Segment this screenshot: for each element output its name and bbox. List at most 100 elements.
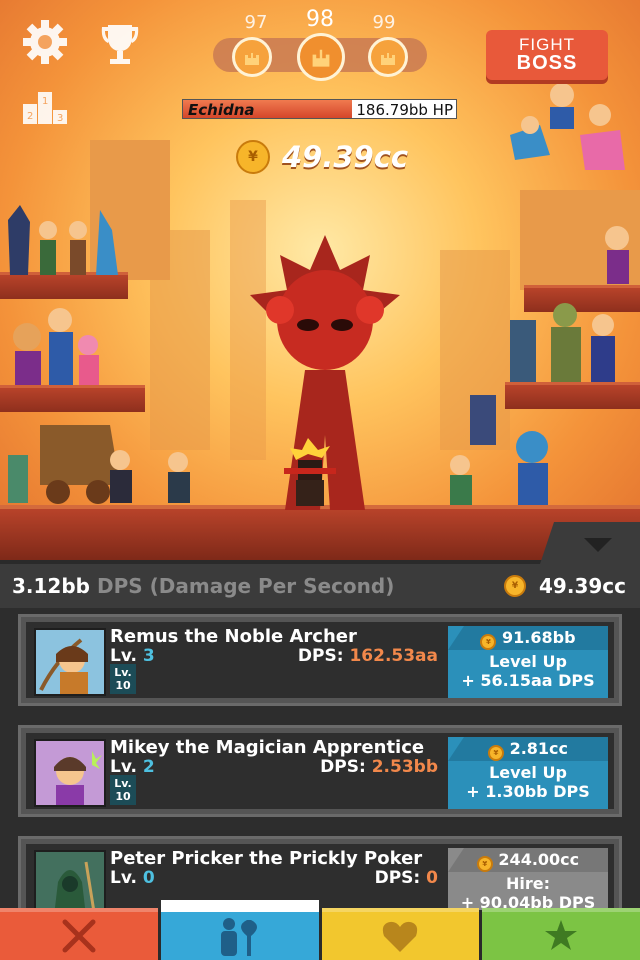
podium-icon: 1 2 3 — [23, 92, 67, 124]
podium-second: 2 — [27, 111, 33, 122]
heart-shield-icon — [383, 921, 418, 952]
player-hero — [284, 438, 336, 506]
podium-third: 3 — [57, 113, 63, 124]
boss-hp-bar: Echidna 186.79bb HP — [182, 99, 457, 119]
hero-portrait[interactable] — [34, 739, 106, 807]
gold-coin-icon: ¥ — [236, 140, 270, 174]
right-heroes — [510, 226, 629, 382]
hire-button[interactable]: ¥ 244.00cc Hire: + 90.04bb DPS — [448, 848, 608, 910]
level-badge: Lv. 10 — [110, 775, 136, 805]
leaderboard-button[interactable]: 1 2 3 — [20, 88, 70, 126]
boss-hp-text: 186.79bb HP — [356, 101, 453, 119]
tab-heroes[interactable] — [160, 900, 319, 960]
dps-value: 3.12bb — [12, 574, 90, 598]
hero-dps: DPS: 2.53bb — [320, 757, 438, 777]
castle-icon — [312, 49, 330, 67]
level-up-label: Level Up — [489, 763, 567, 782]
stage-next-button[interactable] — [368, 37, 408, 77]
tab-clan[interactable] — [321, 908, 480, 960]
hero-name: Remus the Noble Archer — [110, 626, 357, 647]
level-label: Lv. — [110, 868, 137, 888]
fight-boss-button[interactable]: FIGHT BOSS — [486, 30, 608, 80]
hero-dps: DPS: 0 — [375, 868, 438, 888]
hero-card: Lv. 10 Remus the Noble Archer Lv. 3 DPS:… — [18, 614, 622, 706]
fight-boss-line2: BOSS — [516, 52, 578, 74]
gold-coin-icon: ¥ — [480, 634, 497, 650]
stage-current-button[interactable] — [297, 33, 345, 81]
level-label: Lv. — [110, 646, 137, 666]
stage-prev-number: 97 — [244, 12, 268, 33]
level-up-cost: 91.68bb — [502, 628, 576, 647]
level-badge-label: Lv. — [114, 666, 132, 679]
hire-cost: 244.00cc — [498, 850, 580, 869]
bottom-tab-bar — [0, 900, 640, 960]
hero-dps-value: 2.53bb — [371, 757, 438, 777]
level-up-label: Level Up — [489, 652, 567, 671]
hero-dps-label: DPS: — [297, 646, 344, 666]
level-value: 2 — [142, 757, 155, 777]
gold-coin-icon: ¥ — [487, 745, 504, 761]
star-icon — [545, 920, 578, 950]
castle-icon — [381, 53, 395, 65]
left-lower-heroes — [8, 425, 190, 504]
settings-button[interactable] — [20, 17, 70, 67]
left-middle-heroes — [13, 308, 99, 385]
level-up-button[interactable]: ¥ 2.81cc Level Up + 1.30bb DPS — [448, 737, 608, 809]
game-scene[interactable]: 1 2 3 97 98 99 FIGHT BOSS Echidna 186.79… — [0, 0, 640, 560]
archer-portrait-icon — [36, 630, 104, 694]
hero-portrait[interactable] — [34, 628, 106, 696]
level-label: Lv. — [110, 757, 137, 777]
gold-coin-icon: ¥ — [504, 575, 526, 597]
castle-icon — [245, 53, 259, 65]
level-badge-value: 10 — [115, 790, 131, 803]
hero-level: Lv. 2 — [110, 757, 155, 777]
chevron-down-icon — [584, 538, 612, 552]
level-badge-label: Lv. — [114, 777, 132, 790]
gear-icon — [23, 20, 67, 64]
ground — [0, 505, 640, 560]
level-up-cost: 2.81cc — [509, 739, 569, 758]
top-bar: 1 2 3 97 98 99 FIGHT BOSS — [0, 0, 640, 124]
panel-toggle-button[interactable] — [540, 522, 640, 564]
achievements-button[interactable] — [97, 20, 143, 68]
stage-prev-button[interactable] — [232, 37, 272, 77]
level-badge-value: 10 — [115, 679, 131, 692]
trophy-icon — [101, 25, 139, 64]
hero-dps-value: 162.53aa — [349, 646, 438, 666]
crossed-swords-icon — [62, 919, 96, 953]
stage-next-number: 99 — [372, 12, 396, 33]
hero-card: Lv. 10 Mikey the Magician Apprentice Lv.… — [18, 725, 622, 817]
level-up-button[interactable]: ¥ 91.68bb Level Up + 56.15aa DPS — [448, 626, 608, 698]
hero-name: Peter Pricker the Prickly Poker — [110, 848, 423, 869]
stage-current-number: 98 — [306, 7, 334, 32]
podium-first: 1 — [42, 96, 48, 107]
tab-artifacts[interactable] — [482, 908, 640, 960]
hero-name: Mikey the Magician Apprentice — [110, 737, 425, 758]
right-lower-heroes — [450, 395, 548, 505]
left-upper-heroes — [8, 205, 118, 275]
magician-portrait-icon — [36, 741, 104, 805]
hero-dps-label: DPS: — [374, 868, 421, 888]
level-value: 0 — [142, 868, 155, 888]
hero-level: Lv. 0 — [110, 868, 155, 888]
hero-level: Lv. 3 — [110, 646, 155, 666]
hero-dps: DPS: 162.53aa — [298, 646, 438, 666]
poker-portrait-icon — [36, 852, 104, 910]
level-up-dps-gain: + 1.30bb DPS — [466, 782, 590, 801]
gold-coin-icon: ¥ — [476, 856, 493, 872]
tab-selected-indicator — [160, 900, 319, 912]
hero-dps-value: 0 — [426, 868, 438, 888]
gold-counter: ¥ 49.39cc — [236, 140, 408, 174]
level-badge: Lv. 10 — [110, 664, 136, 694]
hero-list[interactable]: Lv. 10 Remus the Noble Archer Lv. 3 DPS:… — [0, 608, 640, 910]
level-value: 3 — [142, 646, 155, 666]
tab-sword-master[interactable] — [0, 908, 158, 960]
dps-bar: 3.12bb DPS (Damage Per Second) ¥ 49.39cc — [0, 564, 640, 608]
panel-gold-amount: 49.39cc — [539, 574, 626, 598]
hero-dps-label: DPS: — [320, 757, 366, 777]
hero-card: Peter Pricker the Prickly Poker Lv. 0 DP… — [18, 836, 622, 910]
dps-label: DPS (Damage Per Second) — [97, 574, 395, 598]
boss-name: Echidna — [188, 101, 255, 119]
hero-portrait[interactable] — [34, 850, 106, 910]
level-up-dps-gain: + 56.15aa DPS — [461, 671, 595, 690]
